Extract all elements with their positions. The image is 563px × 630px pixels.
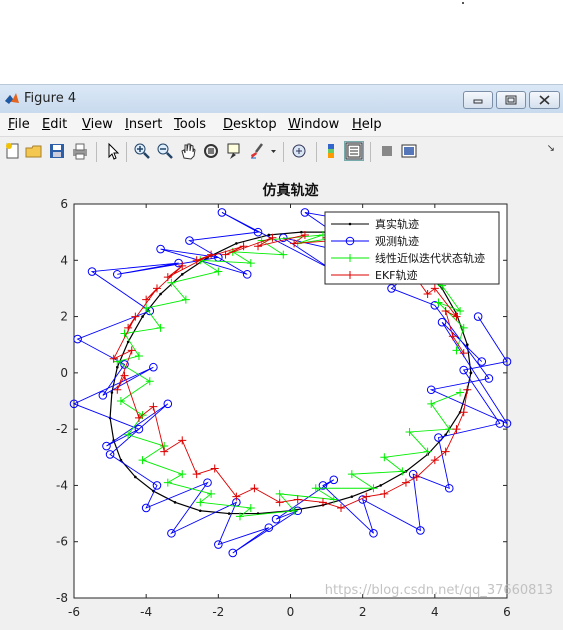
new-figure-icon[interactable] (4, 142, 22, 160)
data-point (379, 484, 383, 487)
close-button[interactable] (529, 91, 560, 109)
legend-label: 线性近似迭代状态轨迹 (375, 251, 485, 265)
restore-button[interactable] (496, 91, 526, 109)
minimize-icon (473, 99, 483, 104)
x-tick-label: -6 (68, 605, 80, 619)
data-point (235, 242, 238, 245)
data-point (110, 391, 114, 394)
menu-help[interactable]: Help (352, 117, 382, 132)
toolbar-separator (316, 142, 317, 162)
legend: 真实轨迹观测轨迹线性近似迭代状态轨迹 EKF轨迹 (324, 211, 500, 285)
y-tick-label: -8 (56, 591, 68, 605)
figure-toolbar: ↘ (0, 136, 563, 167)
close-icon (539, 95, 550, 105)
x-tick-label: 6 (503, 605, 511, 619)
title-bar: Figure 4 (0, 85, 563, 114)
x-tick-label: -2 (212, 605, 224, 619)
legend-label: EKF轨迹 (375, 268, 418, 282)
legend-label: 观测轨迹 (375, 234, 419, 248)
watermark-text: https://blog.csdn.net/qq_37660813 (325, 583, 553, 598)
figure-window: Figure 4 File Edit View Insert Tools Desktop W… (0, 84, 563, 630)
menu-view[interactable]: View (82, 117, 113, 132)
x-tick-label: 4 (431, 605, 439, 619)
data-point (173, 501, 177, 504)
matlab-logo-icon (5, 93, 19, 104)
brush-icon[interactable] (248, 142, 266, 160)
show-plot-tools-icon[interactable] (400, 142, 418, 160)
data-point (134, 475, 137, 479)
x-tick-label: 0 (287, 605, 295, 619)
rotate-3d-icon[interactable] (202, 142, 220, 160)
chart-title: 仿真轨迹 (263, 182, 319, 199)
menu-edit[interactable]: Edit (42, 117, 67, 132)
toolbar-overflow-icon[interactable]: ↘ (547, 143, 555, 154)
data-point (300, 230, 303, 234)
data-point (350, 495, 354, 498)
pan-icon[interactable] (179, 142, 197, 160)
restore-icon (505, 95, 517, 105)
zoom-out-icon[interactable] (156, 142, 174, 160)
menu-insert[interactable]: Insert (125, 117, 162, 132)
data-point (348, 222, 352, 226)
data-cursor-icon[interactable] (225, 142, 243, 160)
save-icon[interactable] (48, 142, 66, 160)
minimize-button[interactable] (463, 91, 493, 109)
print-icon[interactable] (71, 142, 89, 160)
y-tick-label: -6 (56, 535, 68, 549)
zoom-in-icon[interactable] (133, 142, 151, 160)
y-tick-label: 2 (60, 310, 68, 324)
link-plot-icon[interactable] (290, 142, 308, 160)
menu-file[interactable]: File (8, 117, 30, 132)
x-tick-label: 2 (359, 605, 367, 619)
hide-plot-tools-icon[interactable] (378, 142, 396, 160)
toolbar-separator (283, 142, 284, 162)
pointer-icon[interactable] (104, 142, 122, 160)
y-tick-label: -4 (56, 478, 68, 492)
data-point (141, 315, 144, 318)
menu-desktop[interactable]: Desktop (223, 117, 277, 132)
toolbar-separator (126, 142, 127, 162)
y-tick-label: -2 (56, 422, 68, 436)
data-point (159, 292, 162, 296)
y-tick-label: 4 (60, 253, 68, 267)
colorbar-icon[interactable] (323, 142, 341, 160)
menu-window[interactable]: Window (288, 117, 339, 132)
legend-label: 真实轨迹 (375, 217, 419, 231)
legend-icon[interactable] (344, 141, 364, 161)
data-point (466, 343, 469, 347)
toolbar-separator (96, 142, 97, 162)
window-title: Figure 4 (24, 91, 77, 106)
data-point (227, 512, 231, 515)
toolbar-separator (370, 142, 371, 162)
menu-bar: File Edit View Insert Tools Desktop Window Help (0, 113, 563, 136)
data-point (180, 273, 184, 276)
stray-dot (462, 2, 464, 4)
y-tick-label: 0 (60, 366, 68, 380)
data-point (116, 365, 119, 369)
data-point (469, 371, 473, 375)
menu-tools[interactable]: Tools (174, 117, 206, 132)
plot-area: 仿真轨迹-6 -4 -2 0 2 4 66420-2-4-6-8真实轨迹观测轨迹线性近似迭代… (0, 166, 563, 630)
y-tick-label: 6 (60, 197, 68, 211)
open-icon[interactable] (25, 142, 43, 160)
data-point (198, 509, 202, 513)
x-tick-label: -4 (140, 605, 152, 619)
